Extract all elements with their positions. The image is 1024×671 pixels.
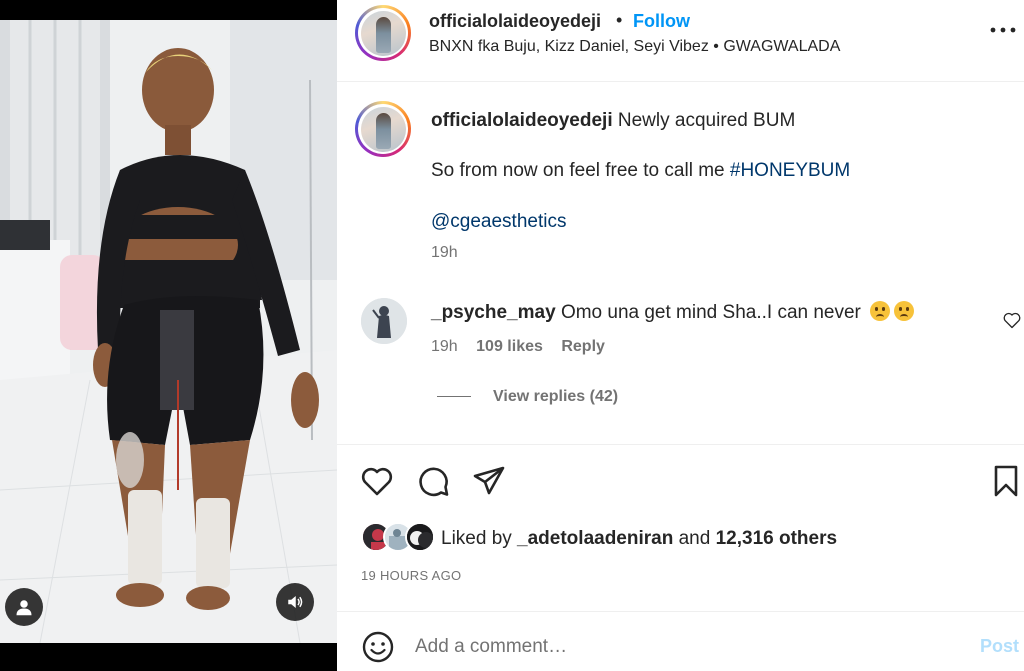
caption-author-avatar[interactable]	[355, 101, 411, 157]
view-replies-label: View replies (42)	[493, 388, 619, 405]
post-details-panel: officialolaideoyedeji • Follow BNXN fka …	[337, 0, 1024, 671]
commenter-avatar[interactable]	[361, 298, 407, 344]
header-separator: •	[616, 10, 623, 30]
sound-on-icon	[288, 596, 303, 608]
author-avatar[interactable]	[355, 5, 411, 61]
caption-text: Newly acquired BUM	[617, 110, 796, 131]
tagged-user-button[interactable]	[5, 588, 43, 626]
view-replies-button[interactable]: View replies (42)	[437, 388, 618, 406]
caption-hashtag[interactable]: #HONEYBUM	[730, 160, 850, 181]
comment-meta: 19h 109 likes Reply	[431, 338, 619, 356]
worried-face-icon	[870, 301, 891, 321]
caption-second-line: So from now on feel free to call me #HON…	[431, 160, 850, 182]
comment-input-divider	[337, 611, 1024, 612]
liked-by-others[interactable]: 12,316 others	[716, 528, 837, 549]
comment-likes-count[interactable]: 109 likes	[476, 338, 543, 355]
liked-by-user[interactable]: _adetolaadeniran	[517, 528, 673, 549]
audio-location-info[interactable]: BNXN fka Buju, Kizz Daniel, Seyi Vibez •…	[429, 38, 840, 56]
comment-input[interactable]	[415, 632, 955, 662]
mute-toggle-button[interactable]	[276, 583, 314, 621]
video-frame	[0, 20, 337, 643]
replies-divider	[437, 396, 471, 398]
liked-by-text: Liked by _adetolaadeniran and 12,316 oth…	[441, 528, 837, 550]
comment-icon[interactable]	[415, 463, 451, 499]
author-username[interactable]: officialolaideoyedeji	[429, 11, 601, 32]
commenter-avatar-image	[361, 298, 407, 344]
comment-reply-button[interactable]: Reply	[561, 338, 605, 355]
liked-by-middle: and	[673, 528, 716, 549]
comment-timestamp[interactable]: 19h	[431, 338, 458, 355]
comment-like-heart-icon[interactable]	[1002, 310, 1022, 330]
caption-line2-text: So from now on feel free to call me	[431, 160, 730, 181]
user-icon	[16, 600, 32, 616]
caption-avatar-image	[360, 106, 406, 152]
post-header: officialolaideoyedeji • Follow BNXN fka …	[337, 0, 1024, 82]
comment-username[interactable]: _psyche_may	[431, 302, 556, 323]
post-media[interactable]	[0, 0, 337, 671]
follow-button[interactable]: Follow	[633, 11, 690, 32]
heart-icon[interactable]	[359, 463, 395, 499]
caption-username[interactable]: officialolaideoyedeji	[431, 110, 613, 131]
caption-first-line: officialolaideoyedeji Newly acquired BUM	[431, 110, 991, 132]
emoji-icon[interactable]	[361, 630, 395, 664]
comment-text: Omo una get mind Sha..I can never	[560, 302, 861, 323]
bookmark-icon[interactable]	[988, 463, 1024, 499]
more-options-icon[interactable]	[988, 18, 1018, 42]
caption-timestamp[interactable]: 19h	[431, 244, 458, 262]
comment-body: _psyche_may Omo una get mind Sha..I can …	[431, 301, 915, 324]
liked-by-prefix: Liked by	[441, 528, 518, 549]
author-avatar-image	[360, 10, 406, 56]
post-comment-button[interactable]: Post	[980, 636, 1019, 657]
caption-third-line: @cgeaesthetics	[431, 211, 566, 233]
post-timestamp[interactable]: 19 HOURS AGO	[361, 568, 461, 583]
caption-mention[interactable]: @cgeaesthetics	[431, 211, 566, 232]
share-icon[interactable]	[471, 463, 507, 499]
worried-face-icon	[894, 301, 915, 321]
liker-avatar	[405, 522, 435, 552]
actions-divider	[337, 444, 1024, 445]
post-video[interactable]	[0, 20, 337, 643]
